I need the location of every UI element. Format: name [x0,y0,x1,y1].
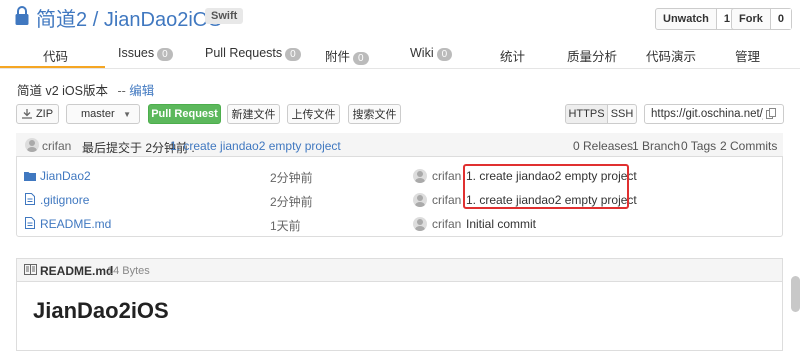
file-commit-author[interactable]: crifan [432,217,461,231]
repo-nav-tabs: 代码 Issues 0 Pull Requests 0 附件 0 Wiki 0 统计 质… [0,38,800,69]
avatar [413,193,427,207]
clone-url-field[interactable]: https://git.oschina.net/jia [644,104,784,124]
tab-label: Wiki [410,46,434,60]
releases-link[interactable]: 0 Releases [573,139,633,153]
file-age: 1天前 [270,219,301,233]
search-file-label: 搜索文件 [352,109,397,121]
file-icon [25,217,35,232]
active-tab-indicator [0,66,105,68]
tab-label: 附件 [325,50,351,64]
readme-heading: JianDao2iOS [33,298,169,323]
branch-name: master [81,108,115,120]
readme-filename: README.md [40,264,114,278]
edit-description-link[interactable]: 编辑 [129,84,154,98]
new-file-button[interactable]: 新建文件 [227,104,280,124]
ssh-toggle[interactable]: SSH [607,104,637,124]
tab-count-badge: 0 [285,48,301,61]
file-age: 2分钟前 [270,171,313,185]
branches-link[interactable]: 1 Branch [632,139,680,153]
clone-url-text: https://git.oschina.net/jia [651,108,763,120]
file-name-link[interactable]: .gitignore [40,193,89,207]
watch-label: Unwatch [663,13,709,25]
readme-size: 14 Bytes [107,265,150,277]
ssh-label: SSH [610,108,634,120]
file-name-link[interactable]: JianDao2 [40,169,91,183]
tab-label: 代码演示 [646,50,697,64]
tab-count-badge: 0 [436,48,453,61]
pull-request-button[interactable]: Pull Request [148,104,221,124]
tab-code[interactable]: 代码 [43,46,68,65]
zip-download-button[interactable]: ZIP [16,104,59,124]
tab-count-badge: 0 [157,48,173,61]
pull-request-label: Pull Request [151,108,218,120]
branch-select[interactable]: master ▼ [66,104,140,124]
copy-icon[interactable] [766,108,777,122]
repo-name-link[interactable]: JianDao2iOS [104,9,222,31]
repo-description: 简道 v2 iOS版本 -- 编辑 [17,80,154,99]
tab-count-badge: 0 [353,52,369,65]
repo-title: 简道2 / JianDao2iOS [36,3,222,32]
tab-demo[interactable]: 代码演示 [646,46,696,65]
fork-count[interactable]: 0 [769,9,791,29]
zip-label: ZIP [35,108,54,120]
tab-pull-requests[interactable]: Pull Requests 0 [205,46,301,61]
title-separator: / [92,9,99,31]
commits-link[interactable]: 2 Commits [720,139,777,153]
last-commit-author[interactable]: crifan [42,139,71,153]
https-label: HTTPS [568,108,605,120]
fork-label: Fork [739,13,763,25]
tab-issues[interactable]: Issues 0 [118,46,173,61]
fork-button[interactable]: Fork 0 [731,8,792,30]
folder-icon [24,170,36,184]
file-icon [25,193,35,208]
new-file-label: 新建文件 [231,109,276,121]
file-name-link[interactable]: README.md [40,217,111,231]
tab-manage[interactable]: 管理 [735,46,760,65]
description-text: 简道 v2 iOS版本 [17,84,108,98]
tab-wiki[interactable]: Wiki 0 [410,46,453,61]
last-commit-message-link[interactable]: 1. create jiandao2 empty project [170,139,341,153]
avatar [413,169,427,183]
download-icon [21,109,32,119]
file-commit-author[interactable]: crifan [432,193,461,207]
repo-owner-link[interactable]: 简道2 [36,9,87,31]
tab-label: Pull Requests [205,46,283,60]
tab-stats[interactable]: 统计 [500,46,525,65]
tab-label: 统计 [500,50,526,64]
tab-label: 管理 [735,50,761,64]
lock-icon [14,5,30,27]
tab-label: 代码 [43,50,69,64]
upload-file-label: 上传文件 [291,109,336,121]
tags-link[interactable]: 0 Tags [681,139,716,153]
file-commit-author[interactable]: crifan [432,169,461,183]
watch-button[interactable]: Unwatch 1 [655,8,738,30]
book-icon [24,264,37,278]
highlight-annotation-box [463,164,629,209]
file-age: 2分钟前 [270,195,313,209]
upload-file-button[interactable]: 上传文件 [287,104,340,124]
https-toggle[interactable]: HTTPS [565,104,608,124]
chevron-down-icon: ▼ [123,109,131,119]
tab-label: Issues [118,46,155,60]
description-dash: -- [117,84,126,98]
tab-quality[interactable]: 质量分析 [567,46,617,65]
file-commit-message[interactable]: Initial commit [466,217,536,231]
avatar [413,217,427,231]
tab-attachments[interactable]: 附件 0 [325,46,369,65]
tab-label: 质量分析 [567,50,618,64]
search-file-button[interactable]: 搜索文件 [348,104,401,124]
language-badge: Swift [205,8,244,24]
scrollbar-thumb[interactable] [791,276,800,312]
avatar [25,138,39,152]
